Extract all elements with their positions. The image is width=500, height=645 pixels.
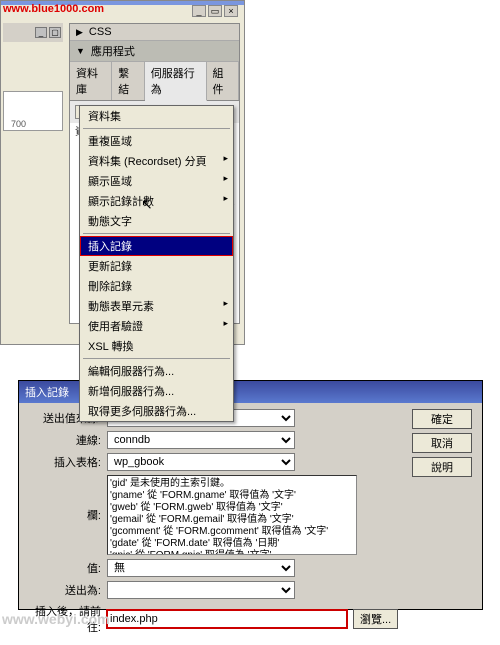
watermark-bottom: www.webyi.com <box>2 611 110 627</box>
columns-listbox[interactable]: 'gid' 是未使用的主索引鍵。'gname' 從 'FORM.gname' 取… <box>107 475 357 555</box>
connection-select[interactable]: conndb <box>107 431 295 449</box>
menu-item[interactable]: 資料集 <box>80 106 233 126</box>
column-line[interactable]: 'gemail' 從 'FORM.gemail' 取得值為 '文字' <box>110 514 354 526</box>
menu-item[interactable]: 顯示記錄計數 <box>80 191 233 211</box>
tab-server-behaviors[interactable]: 伺服器行為 <box>145 62 207 101</box>
menu-item[interactable]: 插入記錄 <box>80 236 233 256</box>
column-line[interactable]: 'gid' 是未使用的主索引鍵。 <box>110 478 354 490</box>
tab-database[interactable]: 資料庫 <box>70 62 112 100</box>
restore-icon[interactable]: ▭ <box>208 5 222 17</box>
column-line[interactable]: 'gpic' 從 'FORM.gpic' 取得值為 '文字' <box>110 550 354 555</box>
value-label: 值: <box>27 560 107 576</box>
panel-title-css: CSS <box>89 26 112 38</box>
table-select[interactable]: wp_gbook <box>107 453 295 471</box>
browse-button[interactable]: 瀏覽... <box>353 609 398 629</box>
outer-window-controls: _ ▭ × <box>192 5 238 17</box>
help-button[interactable]: 說明 <box>412 457 472 477</box>
menu-item[interactable]: 動態表單元素 <box>80 296 233 316</box>
sendas-select[interactable] <box>107 581 295 599</box>
menu-item[interactable]: 新增伺服器行為... <box>80 381 233 401</box>
menu-item[interactable]: 編輯伺服器行為... <box>80 361 233 381</box>
ok-button[interactable]: 確定 <box>412 409 472 429</box>
panel-title-app: 應用程式 <box>91 43 135 59</box>
sendas-label: 送出為: <box>27 582 107 598</box>
tab-bindings[interactable]: 繫結 <box>112 62 145 100</box>
column-line[interactable]: 'gweb' 從 'FORM.gweb' 取得值為 '文字' <box>110 502 354 514</box>
chevron-down-icon: ▼ <box>76 46 85 56</box>
close-icon[interactable]: × <box>224 5 238 17</box>
watermark-top: www.blue1000.com <box>3 3 104 15</box>
value-select[interactable]: 無 <box>107 559 295 577</box>
column-line[interactable]: 'gdate' 從 'FORM.date' 取得值為 '日期' <box>110 538 354 550</box>
table-label: 插入表格: <box>27 454 107 470</box>
menu-separator <box>83 128 230 129</box>
columns-label: 欄: <box>27 507 107 523</box>
mini-max-icon[interactable]: ▢ <box>49 27 61 38</box>
mini-min-icon[interactable]: _ <box>35 27 47 38</box>
menu-item[interactable]: 重複區域 <box>80 131 233 151</box>
menu-item[interactable]: XSL 轉換 <box>80 336 233 356</box>
column-line[interactable]: 'gname' 從 'FORM.gname' 取得值為 '文字' <box>110 490 354 502</box>
menu-item[interactable]: 資料集 (Recordset) 分頁 <box>80 151 233 171</box>
menu-item[interactable]: 使用者驗證 <box>80 316 233 336</box>
menu-item[interactable]: 動態文字 <box>80 211 233 231</box>
tab-components[interactable]: 組件 <box>207 62 240 100</box>
dialog-button-column: 確定 取消 說明 <box>412 409 472 477</box>
menu-item[interactable]: 顯示區域 <box>80 171 233 191</box>
menu-item[interactable]: 更新記錄 <box>80 256 233 276</box>
server-behavior-context-menu: 資料集重複區域資料集 (Recordset) 分頁顯示區域顯示記錄計數動態文字插… <box>79 105 234 422</box>
panel-header-app[interactable]: ▼ 應用程式 <box>70 41 239 62</box>
menu-separator <box>83 358 230 359</box>
chevron-right-icon: ▶ <box>76 27 83 38</box>
ruler-tick: 700 <box>11 119 26 129</box>
underscore-icon[interactable]: _ <box>192 5 206 17</box>
column-line[interactable]: 'gcomment' 從 'FORM.gcomment' 取得值為 '文字' <box>110 526 354 538</box>
panel-header-css[interactable]: ▶ CSS <box>70 24 239 41</box>
menu-item[interactable]: 刪除記錄 <box>80 276 233 296</box>
document-toolbar-fragment: _ ▢ <box>3 23 63 42</box>
after-insert-url-input[interactable] <box>107 610 347 628</box>
cancel-button[interactable]: 取消 <box>412 433 472 453</box>
panel-tab-strip: 資料庫 繫結 伺服器行為 組件 <box>70 62 239 101</box>
menu-separator <box>83 233 230 234</box>
connection-label: 連線: <box>27 432 107 448</box>
menu-item[interactable]: 取得更多伺服器行為... <box>80 401 233 421</box>
upper-screenshot: www.blue1000.com _ ▭ × _ ▢ 700 ▶ CSS ▼ 應… <box>0 0 245 345</box>
